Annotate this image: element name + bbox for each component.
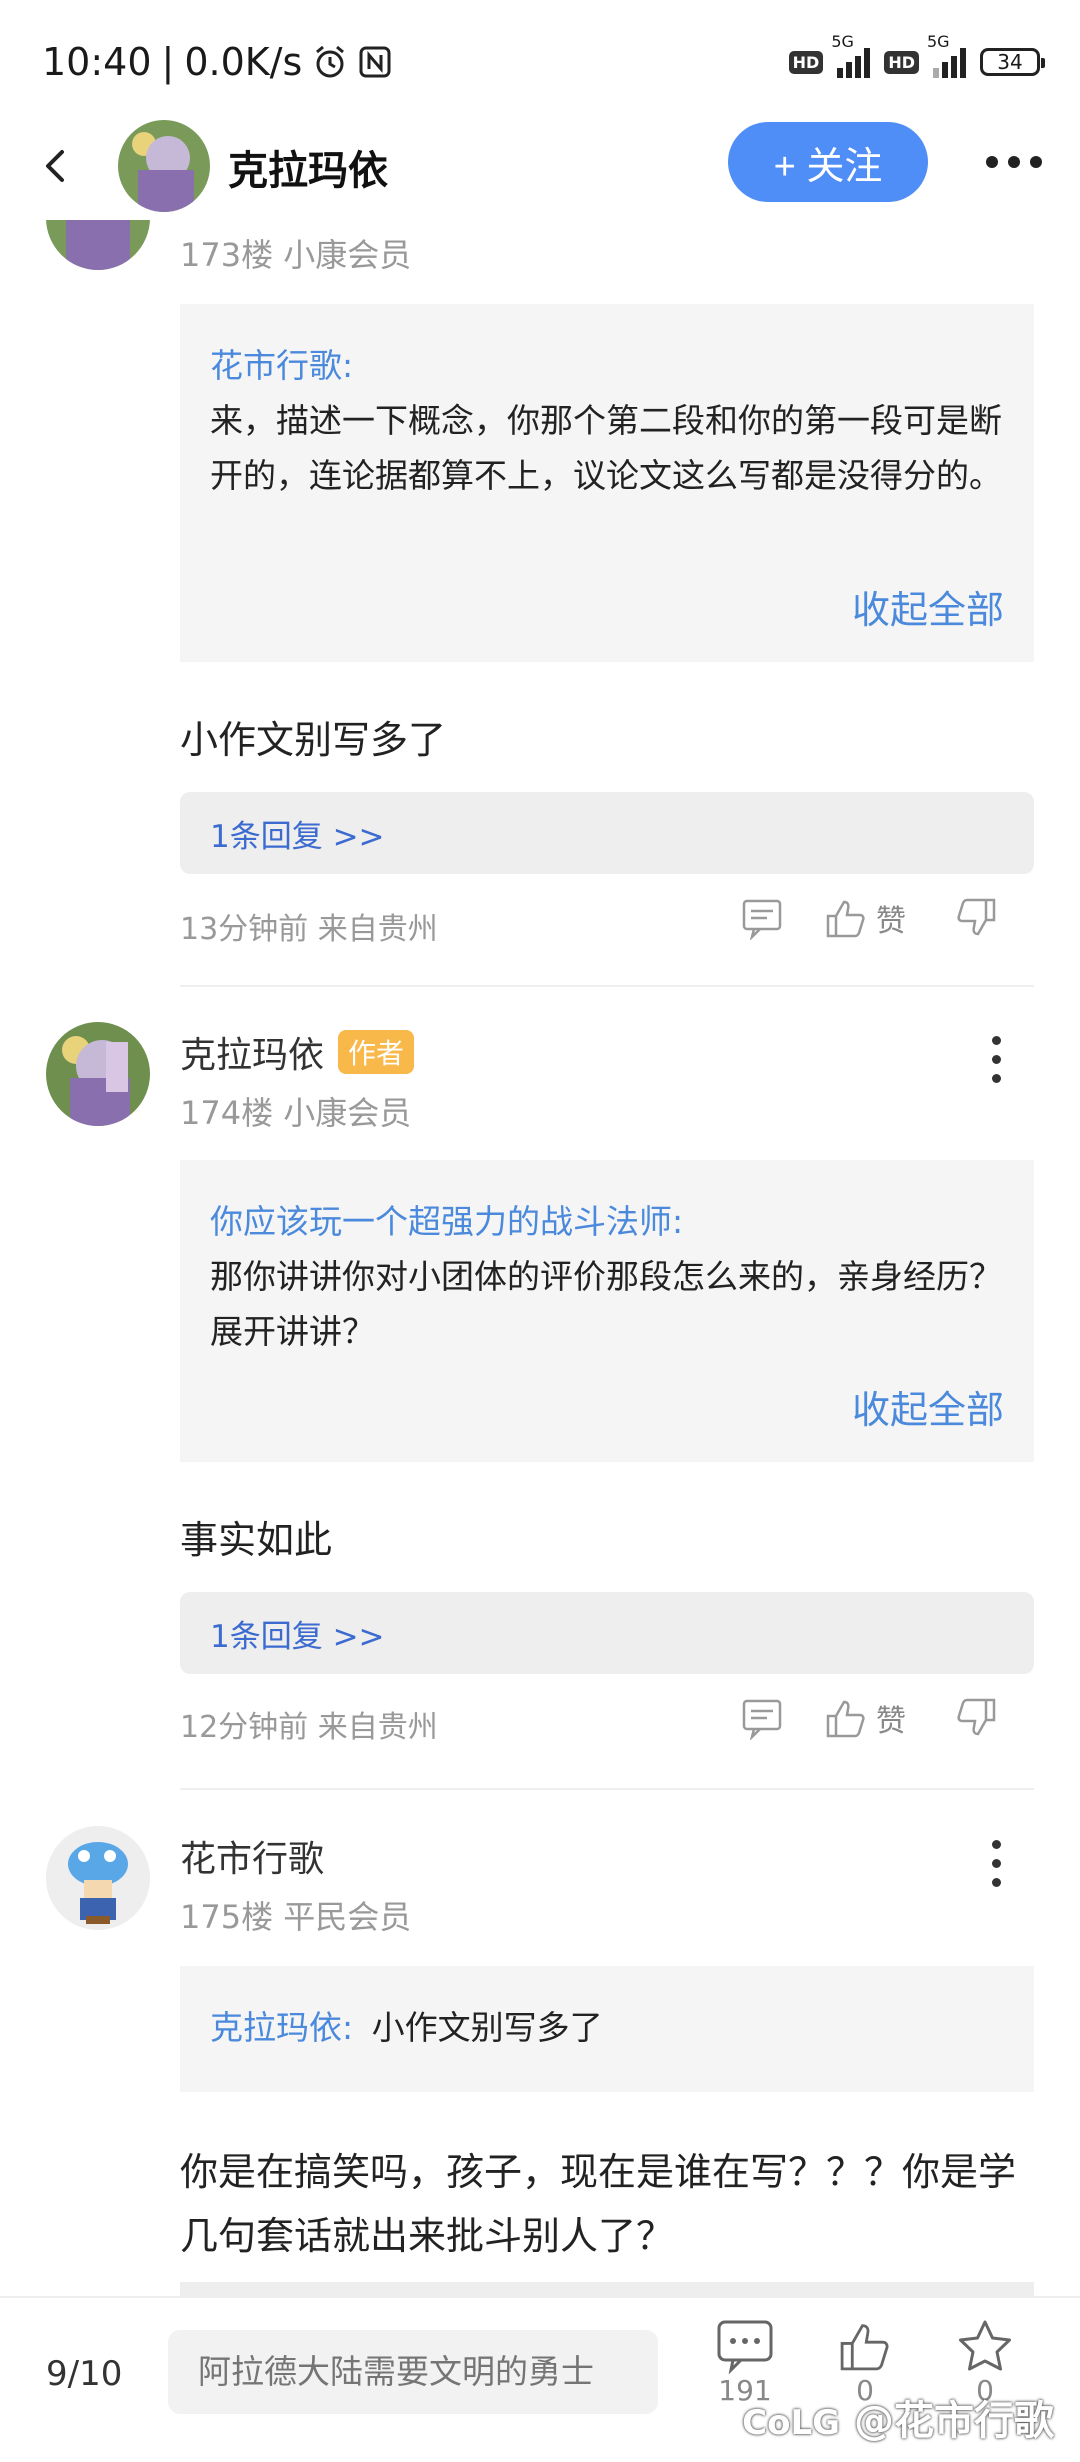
watermark-logo: CoLG [742,2403,841,2443]
comment-list[interactable]: 173楼 小康会员 花市行歌: 来，描述一下概念，你那个第二段和你的第一段可是断… [0,0,1080,2300]
quote-author[interactable]: 克拉玛依: [210,2008,353,2047]
replies-link[interactable]: 1条回复 >> [180,1592,1034,1674]
like-icon [840,2324,889,2371]
more-options-icon[interactable] [992,1840,1001,1887]
replies-link[interactable]: 1条回复 >> [180,792,1034,874]
post-time: 13分钟前 来自贵州 [180,912,438,947]
comment-icon[interactable] [740,1696,784,1740]
comment-input[interactable] [168,2330,658,2414]
floor-level: 173楼 小康会员 [180,230,411,276]
username-row: 花市行歌 [180,1830,324,1882]
back-arrow-icon[interactable] [36,146,76,186]
post-time: 12分钟前 来自贵州 [180,1710,438,1745]
floor-level: 174楼 小康会员 [180,1088,411,1134]
floor-level: 175楼 平民会员 [180,1892,411,1938]
more-options-icon[interactable] [992,1036,1001,1083]
star-icon [959,2320,1011,2371]
floor-number: 175楼 [180,1898,274,1936]
nav-avatar[interactable] [118,120,210,212]
quote-block: 花市行歌: 来，描述一下概念，你那个第二段和你的第一段可是断开的，连论据都算不上… [180,304,1034,662]
watermark-text: @花市行歌 [854,2398,1054,2444]
divider [180,985,1034,987]
quote-text: 那你讲讲你对小团体的评价那段怎么来的，亲身经历？展开讲讲？ [210,1257,1002,1351]
collapse-button[interactable]: 收起全部 [852,583,1004,638]
collapse-button[interactable]: 收起全部 [852,1383,1004,1438]
like-label[interactable]: 赞 [876,896,906,940]
quote-block: 你应该玩一个超强力的战斗法师: 那你讲讲你对小团体的评价那段怎么来的，亲身经历？… [180,1160,1034,1462]
dislike-icon[interactable] [954,1696,998,1740]
floor-number: 174楼 [180,1094,274,1132]
top-nav: 克拉玛依 + 关注 [0,110,1080,220]
quote-text: 来，描述一下概念，你那个第二段和你的第一段可是断开的，连论据都算不上，议论文这么… [210,401,1002,495]
post-text: 事实如此 [180,1518,333,1562]
avatar[interactable] [46,1826,150,1930]
comment-icon [717,2320,773,2374]
follow-button[interactable]: + 关注 [728,122,928,202]
post-text: 小作文别写多了 [180,718,447,762]
bottom-bar: 9/10 191 0 0 CoLG @花市行歌 [0,2296,1080,2462]
member-level: 小康会员 [283,236,412,274]
floor-number: 173楼 [180,236,274,274]
quote-author[interactable]: 花市行歌: [210,338,1004,393]
member-level: 平民会员 [283,1898,412,1936]
username[interactable]: 花市行歌 [180,1830,324,1882]
quote-author[interactable]: 你应该玩一个超强力的战斗法师: [210,1194,1004,1249]
divider [180,1788,1034,1790]
username[interactable]: 克拉玛依 [180,1026,324,1078]
post-text: 你是在搞笑吗，孩子，现在是谁在写？？？你是学几句套话就出来批斗别人了？ [180,2150,1017,2258]
watermark: CoLG @花市行歌 [742,2388,1054,2446]
avatar[interactable] [46,1022,150,1126]
post-actions: 赞 [740,1696,998,1740]
page-title: 克拉玛依 [228,148,388,194]
quote-text: 小作文别写多了 [371,2008,603,2047]
comment-icon[interactable] [740,896,784,940]
more-menu-icon[interactable] [986,156,1042,168]
username-row: 克拉玛依 作者 [180,1026,415,1078]
author-badge: 作者 [338,1030,415,1074]
like-icon[interactable] [824,1696,868,1740]
quote-block: 克拉玛依: 小作文别写多了 [180,1966,1034,2092]
dislike-icon[interactable] [954,896,998,940]
like-label[interactable]: 赞 [876,1696,906,1740]
member-level: 小康会员 [283,1094,412,1132]
like-icon[interactable] [824,896,868,940]
page-indicator[interactable]: 9/10 [46,2354,122,2394]
post-actions: 赞 [740,896,998,940]
